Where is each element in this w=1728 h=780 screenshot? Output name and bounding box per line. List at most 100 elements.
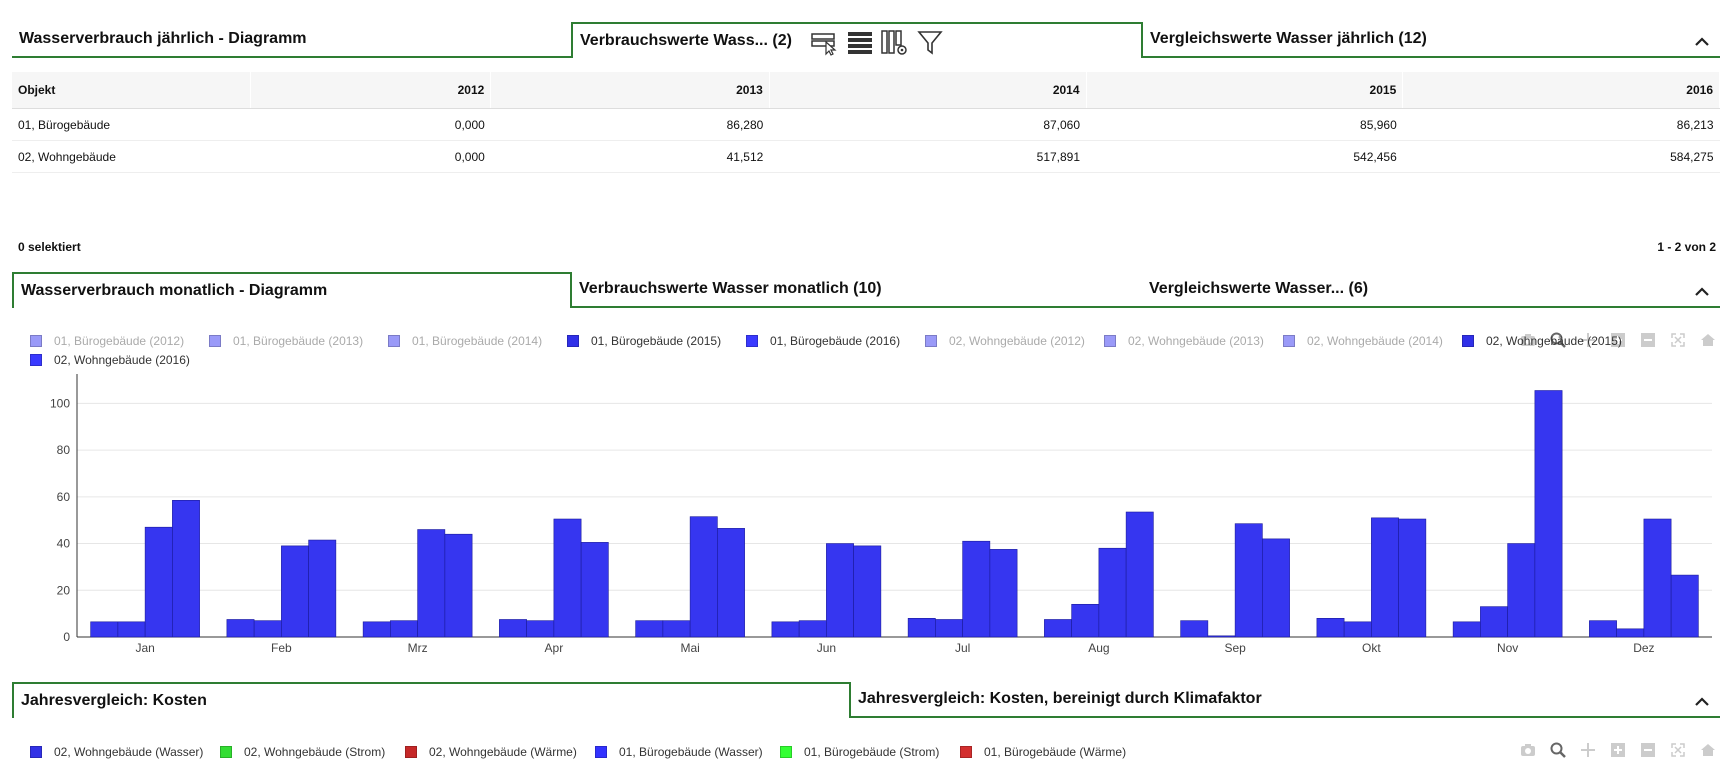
y-tick-label: 20 <box>57 583 71 597</box>
legend-swatch <box>1104 335 1116 347</box>
bar <box>553 518 582 638</box>
legend-item[interactable]: 02, Wohngebäude (2013) <box>1104 334 1264 348</box>
column-header-2014[interactable]: 2014 <box>769 72 1087 109</box>
tab-wasserverbrauch-monatlich[interactable]: Wasserverbrauch monatlich - Diagramm <box>12 272 572 308</box>
legend-item[interactable]: 02, Wohngebäude (Strom) <box>220 745 385 759</box>
bar <box>771 621 800 638</box>
y-tick-label: 80 <box>57 443 71 457</box>
legend-item[interactable]: 01, Bürogebäude (2016) <box>746 334 900 348</box>
autoscale-icon[interactable] <box>1668 330 1688 350</box>
chart-modebar <box>1518 740 1718 760</box>
legend-swatch <box>925 335 937 347</box>
cell-value: 584,275 <box>1402 140 1720 173</box>
table-row[interactable]: 01, Bürogebäude 0,000 86,280 87,060 85,9… <box>12 108 1720 141</box>
legend-label: 01, Bürogebäude (Wärme) <box>984 745 1127 759</box>
legend-label: 01, Bürogebäude (2015) <box>591 334 722 348</box>
x-tick-label: Feb <box>271 641 292 655</box>
chevron-up-icon[interactable] <box>1692 282 1712 302</box>
legend-swatch <box>960 746 972 758</box>
bar <box>1125 511 1154 638</box>
legend-item[interactable]: 02, Wohngebäude (Wärme) <box>405 745 577 759</box>
tab-label: Verbrauchswerte Wasser monatlich (10) <box>579 280 882 297</box>
bar <box>635 620 664 638</box>
tab-label: Wasserverbrauch monatlich - Diagramm <box>21 282 328 299</box>
tab-jahresvergleich-kosten[interactable]: Jahresvergleich: Kosten <box>12 682 851 718</box>
x-tick-label: Nov <box>1497 641 1518 655</box>
y-tick-label: 60 <box>57 490 71 504</box>
chevron-up-icon[interactable] <box>1692 692 1712 712</box>
bar <box>689 516 718 638</box>
legend-item[interactable]: 01, Bürogebäude (2015) <box>567 334 721 348</box>
bar <box>144 526 173 638</box>
zoom-icon[interactable] <box>1548 740 1568 760</box>
tab-jahresvergleich-klimafaktor[interactable]: Jahresvergleich: Kosten, bereinigt durch… <box>851 682 1720 718</box>
legend-label: 02, Wohngebäude (Wärme) <box>429 745 577 759</box>
bar <box>172 500 200 638</box>
bar <box>253 620 282 638</box>
bar <box>907 618 936 638</box>
legend-label: 01, Bürogebäude (Strom) <box>804 745 940 759</box>
tab-verbrauchswerte-monatlich[interactable]: Verbrauchswerte Wasser monatlich (10) <box>572 272 1142 308</box>
panel2-tabbar: Wasserverbrauch monatlich - Diagramm Ver… <box>12 272 1720 310</box>
legend-item[interactable]: 02, Wohngebäude (2015) <box>1462 334 1622 348</box>
tab-vergleichswerte-monatlich[interactable]: Vergleichswerte Wasser... (6) <box>1142 272 1720 308</box>
tab-wasserverbrauch-jaehrlich[interactable]: Wasserverbrauch jährlich - Diagramm <box>12 22 571 58</box>
tab-vergleichswerte-jaehrlich[interactable]: Vergleichswerte Wasser jährlich (12) <box>1143 22 1720 58</box>
bar <box>798 620 827 638</box>
pan-icon[interactable] <box>1578 740 1598 760</box>
bar <box>826 543 854 638</box>
legend-item[interactable]: 02, Wohngebäude (2016) <box>30 353 190 367</box>
x-tick-label: Jan <box>135 641 154 655</box>
legend-swatch <box>209 335 221 347</box>
legend-label: 02, Wohngebäude (2013) <box>1128 334 1264 348</box>
zoom-out-icon[interactable] <box>1638 740 1658 760</box>
table-row[interactable]: 02, Wohngebäude 0,000 41,512 517,891 542… <box>12 140 1720 173</box>
legend-label: 02, Wohngebäude (2014) <box>1307 334 1443 348</box>
select-rows-icon[interactable] <box>810 28 838 56</box>
home-icon[interactable] <box>1698 330 1718 350</box>
cell-value: 542,456 <box>1086 140 1403 173</box>
column-header-2013[interactable]: 2013 <box>490 72 770 109</box>
legend-item[interactable]: 01, Bürogebäude (Strom) <box>780 745 939 759</box>
bar <box>1207 635 1236 638</box>
chevron-up-icon[interactable] <box>1692 32 1712 52</box>
legend-item[interactable]: 01, Bürogebäude (2012) <box>30 334 184 348</box>
bar <box>1452 621 1481 638</box>
legend-item[interactable]: 02, Wohngebäude (Wasser) <box>30 745 203 759</box>
panel3-tabbar: Jahresvergleich: Kosten Jahresvergleich:… <box>12 682 1720 720</box>
column-header-2012[interactable]: 2012 <box>250 72 492 109</box>
filter-icon[interactable] <box>916 28 944 56</box>
bar <box>962 540 991 638</box>
table-header-row: Objekt 2012 2013 2014 2015 2016 <box>12 72 1720 109</box>
legend-item[interactable]: 01, Bürogebäude (Wasser) <box>595 745 763 759</box>
legend-item[interactable]: 01, Bürogebäude (2013) <box>209 334 363 348</box>
x-tick-label: Okt <box>1362 641 1381 655</box>
cell-value: 85,960 <box>1086 108 1403 141</box>
bar <box>580 542 609 638</box>
x-tick-label: Apr <box>545 641 564 655</box>
column-header-2016[interactable]: 2016 <box>1402 72 1720 109</box>
bar <box>1371 517 1399 638</box>
column-header-objekt[interactable]: Objekt <box>12 72 251 109</box>
autoscale-icon[interactable] <box>1668 740 1688 760</box>
home-icon[interactable] <box>1698 740 1718 760</box>
bar <box>662 620 691 638</box>
camera-icon[interactable] <box>1518 740 1538 760</box>
legend-item[interactable]: 02, Wohngebäude (2014) <box>1283 334 1443 348</box>
legend-swatch <box>746 335 758 347</box>
bar <box>1044 619 1072 638</box>
bar <box>1398 518 1427 638</box>
bar <box>308 539 337 638</box>
zoom-out-icon[interactable] <box>1638 330 1658 350</box>
column-header-2015[interactable]: 2015 <box>1086 72 1404 109</box>
list-icon[interactable] <box>846 28 874 56</box>
legend-item[interactable]: 01, Bürogebäude (2014) <box>388 334 542 348</box>
legend-item[interactable]: 02, Wohngebäude (2012) <box>925 334 1085 348</box>
cell-value: 0,000 <box>250 108 491 141</box>
legend-swatch <box>388 335 400 347</box>
tab-label: Vergleichswerte Wasser... (6) <box>1149 280 1369 297</box>
bar <box>1262 538 1290 638</box>
legend-item[interactable]: 01, Bürogebäude (Wärme) <box>960 745 1126 759</box>
column-settings-icon[interactable] <box>880 28 908 56</box>
zoom-in-icon[interactable] <box>1608 740 1628 760</box>
